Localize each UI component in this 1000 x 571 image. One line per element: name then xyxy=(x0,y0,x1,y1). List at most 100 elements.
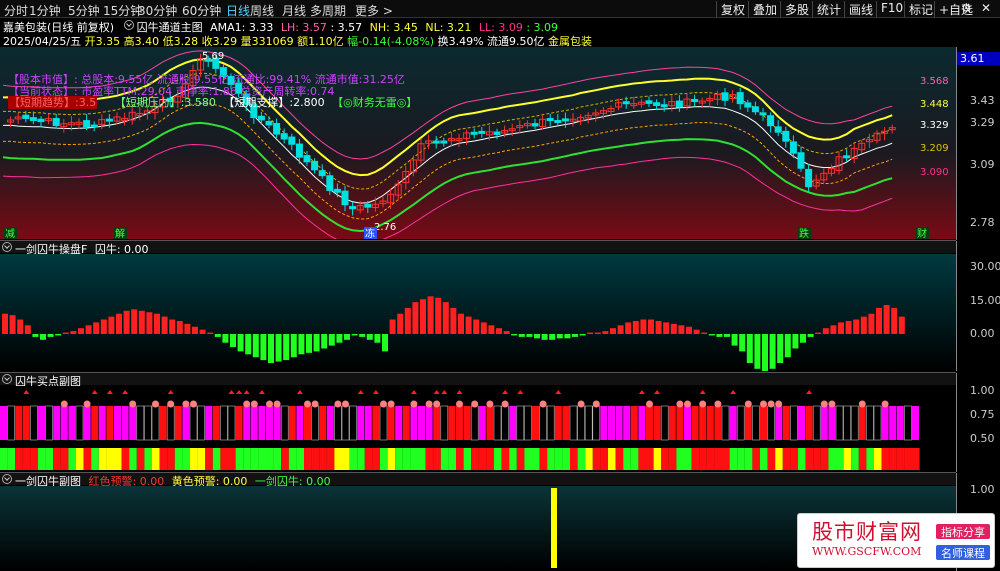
period-tab-8[interactable]: 月线 xyxy=(282,2,306,19)
settings-gear-icon[interactable]: ⚙ xyxy=(957,1,976,17)
candle-body xyxy=(774,126,782,133)
histogram-bar xyxy=(313,334,320,352)
axis-tick: 2.78 xyxy=(970,216,995,229)
signal-bar-top xyxy=(357,406,365,440)
panel1-menu-icon[interactable] xyxy=(2,242,12,252)
histogram-bar xyxy=(480,322,487,334)
histogram-bar xyxy=(564,334,571,339)
signal-bar-top xyxy=(395,406,403,440)
signal-bar-bottom xyxy=(684,448,692,470)
buy-dot xyxy=(152,400,159,408)
signal-bar-bottom xyxy=(15,448,23,470)
toolbar-button-0[interactable]: 复权 xyxy=(716,1,749,17)
period-tab-10[interactable]: 更多 > xyxy=(355,2,393,19)
signal-bar-bottom xyxy=(524,448,532,470)
signal-bar-bottom xyxy=(600,448,608,470)
signal-bar-top xyxy=(319,406,327,440)
signal-bar-top xyxy=(410,406,418,440)
toolbar-button-3[interactable]: 统计 xyxy=(812,1,845,17)
toolbar-button-5[interactable]: F10 xyxy=(876,1,907,17)
histogram-bar xyxy=(541,334,548,340)
period-tab-3[interactable]: 15分钟 xyxy=(103,2,142,19)
histogram-bar xyxy=(648,319,654,334)
period-tab-6[interactable]: 日线 xyxy=(226,2,250,19)
histogram-bar xyxy=(351,334,358,336)
signal-bar-top xyxy=(608,406,615,440)
signal-bar-bottom xyxy=(349,448,358,470)
period-tab-1[interactable]: 1分钟 xyxy=(29,2,61,19)
signal-bar-bottom xyxy=(562,448,570,470)
panel2-menu-icon[interactable] xyxy=(2,374,12,384)
period-tab-9[interactable]: 多周期 xyxy=(310,2,346,19)
signal-bar-top xyxy=(463,406,471,440)
histogram-bar xyxy=(670,323,677,334)
signal-bar-bottom xyxy=(212,448,221,470)
signal-bar-top xyxy=(630,406,638,440)
buy-dot xyxy=(334,400,342,408)
indicator-menu-icon[interactable] xyxy=(123,20,134,30)
close-icon[interactable]: ✕ xyxy=(977,1,995,17)
panel1-histogram[interactable] xyxy=(0,254,956,371)
signal-bar-bottom xyxy=(630,448,639,470)
panel3-menu-icon[interactable] xyxy=(2,474,12,484)
signal-bar-top xyxy=(744,406,752,440)
candle-body xyxy=(432,140,440,144)
panel2-buy-signal-chart[interactable] xyxy=(0,386,956,472)
signal-bar-bottom xyxy=(342,448,350,470)
buy-dot xyxy=(433,400,441,408)
buy-dot xyxy=(714,400,722,408)
signal-bar-bottom xyxy=(653,448,662,470)
histogram-bar xyxy=(792,334,799,349)
signal-bar-top xyxy=(266,406,273,440)
histogram-bar xyxy=(838,322,844,334)
signal-bar-top xyxy=(912,406,919,440)
histogram-bar xyxy=(359,334,366,337)
signal-bar-bottom xyxy=(220,448,228,470)
histogram-bar xyxy=(511,334,518,336)
signal-bar-bottom xyxy=(760,448,768,470)
period-tab-7[interactable]: 周线 xyxy=(250,2,274,19)
signal-bar-top xyxy=(638,406,646,440)
signal-bar-bottom xyxy=(76,448,84,470)
histogram-bar xyxy=(883,305,890,334)
signal-bar-bottom xyxy=(790,448,798,470)
histogram-bar xyxy=(389,319,396,334)
signal-bar-bottom xyxy=(98,448,107,470)
signal-bar-bottom xyxy=(448,448,456,470)
signal-bar-bottom xyxy=(828,448,836,470)
signal-bar-bottom xyxy=(539,448,548,470)
signal-bar-bottom xyxy=(91,448,99,470)
buy-dot xyxy=(129,400,137,408)
candle-body xyxy=(645,100,653,104)
toolbar-button-6[interactable]: 标记 xyxy=(904,1,937,17)
signal-bar-bottom xyxy=(7,448,16,470)
signal-bar-bottom xyxy=(729,448,738,470)
candle-body xyxy=(341,190,349,206)
period-tab-5[interactable]: 60分钟 xyxy=(182,2,221,19)
histogram-bar xyxy=(55,334,62,336)
candle-body xyxy=(805,168,813,188)
signal-bar-top xyxy=(280,405,289,441)
period-tab-0[interactable]: 分时 xyxy=(4,2,28,19)
signal-bar-top xyxy=(646,406,653,440)
signal-bar-top xyxy=(592,405,601,441)
histogram-bar xyxy=(199,329,206,334)
candle-body xyxy=(22,114,30,119)
buy-dot xyxy=(410,400,418,408)
signal-bar-bottom xyxy=(425,448,434,470)
toolbar-button-2[interactable]: 多股 xyxy=(780,1,813,17)
signal-bar-bottom xyxy=(912,448,920,470)
period-tab-2[interactable]: 5分钟 xyxy=(68,2,100,19)
histogram-bar xyxy=(898,316,905,334)
period-tab-4[interactable]: 30分钟 xyxy=(138,2,177,19)
signal-bar-bottom xyxy=(486,448,494,470)
buy-dot xyxy=(767,400,775,408)
histogram-bar xyxy=(815,332,822,334)
signal-bar-top xyxy=(45,405,53,441)
histogram-bar xyxy=(252,334,259,358)
toolbar-button-4[interactable]: 画线 xyxy=(844,1,877,17)
buy-dot xyxy=(820,400,828,408)
signal-bar-top xyxy=(296,406,304,440)
histogram-bar xyxy=(876,307,882,334)
toolbar-button-1[interactable]: 叠加 xyxy=(748,1,781,17)
